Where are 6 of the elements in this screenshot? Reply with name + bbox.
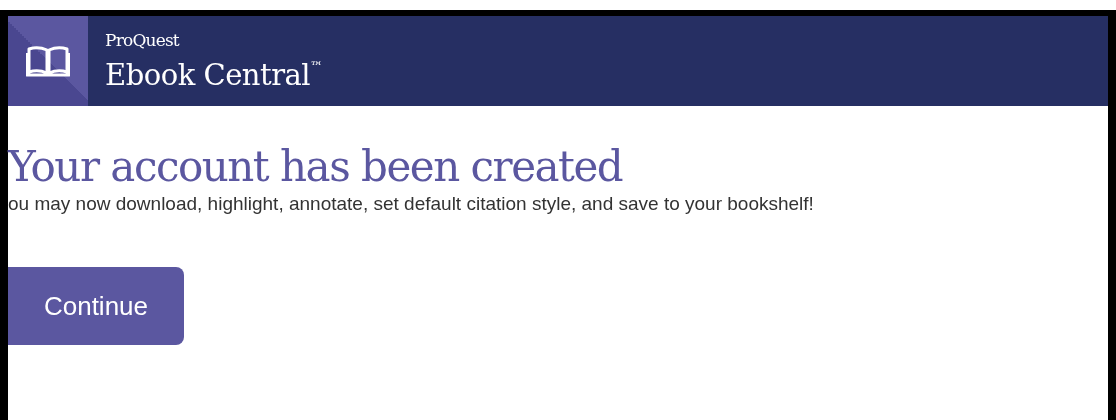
brand-name: ProQuest — [105, 30, 181, 50]
product-name: Ebook Central$^{™}$ — [105, 57, 323, 92]
continue-button[interactable]: Continue — [8, 267, 184, 345]
message-text: ou may now download, highlight, annotate, set default citation style, and save to your bookshelf! — [8, 192, 815, 216]
page-title: Your account has been created — [8, 142, 624, 192]
book-icon — [26, 45, 70, 77]
